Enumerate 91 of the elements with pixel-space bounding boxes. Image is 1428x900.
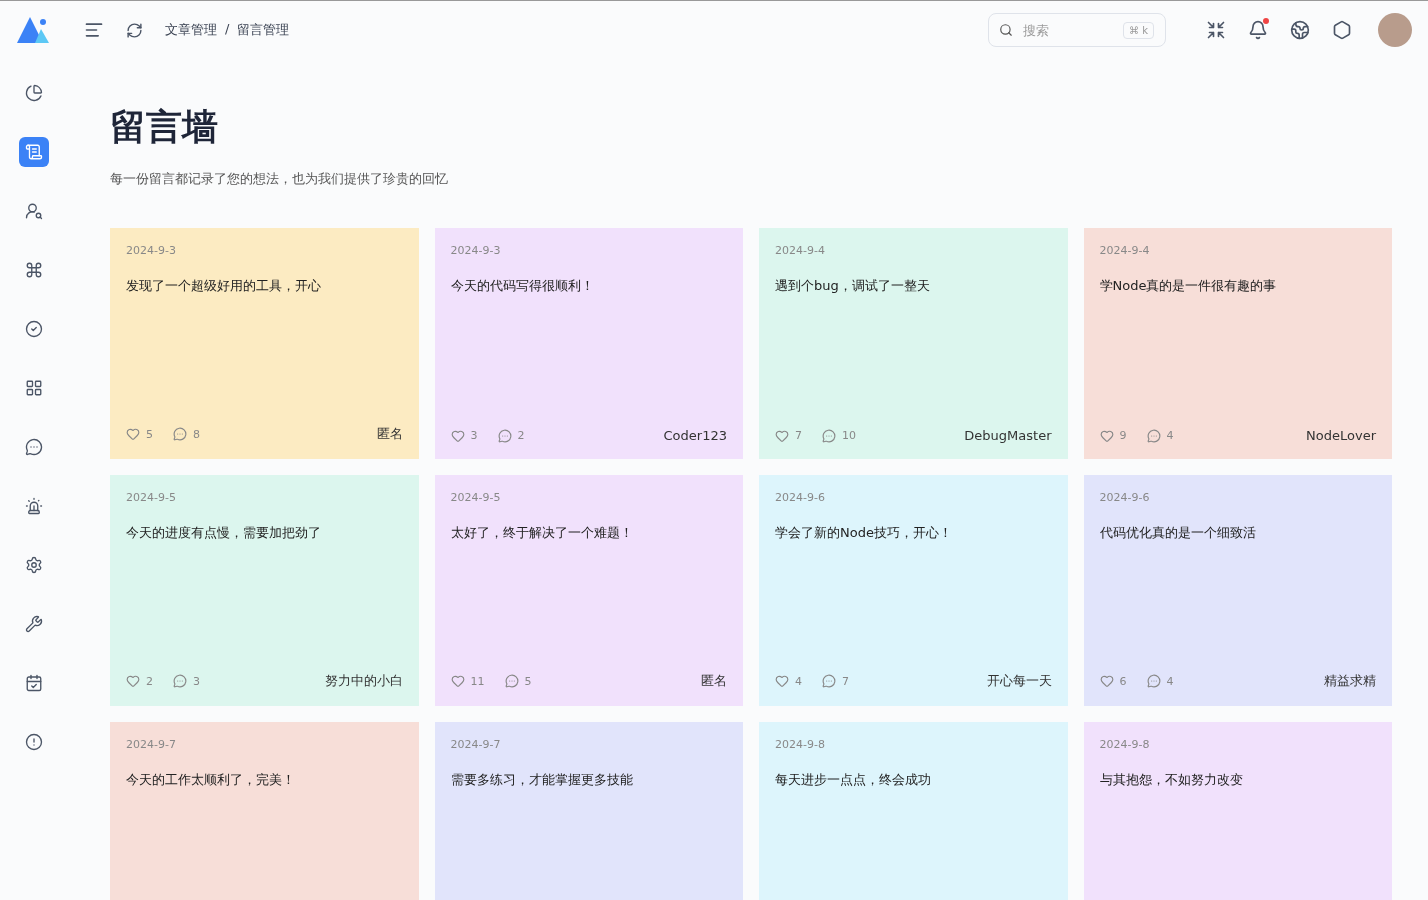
like-count: 4: [795, 674, 802, 688]
users-icon: [25, 202, 43, 220]
note-date: 2024-9-7: [126, 738, 177, 751]
note-author: 努力中的小白: [324, 672, 403, 690]
page-title: 留言墙: [110, 105, 219, 149]
page-subtitle: 每一份留言都记录了您的想法，也为我们提供了珍贵的回忆: [110, 170, 449, 188]
menu-icon[interactable]: [84, 20, 104, 40]
note-text: 今天的进度有点慢，需要加把劲了: [126, 524, 322, 542]
note-date: 2024-9-4: [775, 244, 826, 257]
refresh-icon[interactable]: [126, 21, 143, 39]
calendar-check-icon: [25, 674, 43, 692]
command-icon: [25, 261, 43, 279]
note-date: 2024-9-3: [450, 244, 502, 257]
search-input[interactable]: 搜索: [1021, 21, 1115, 39]
avatar[interactable]: [1378, 13, 1412, 47]
comment-icon[interactable]: [504, 674, 519, 688]
like-count: 6: [1119, 674, 1127, 688]
chat-bubble-icon: [25, 438, 43, 456]
note-author: NodeLover: [1306, 428, 1376, 443]
comment-count: 10: [842, 429, 856, 442]
breadcrumb-link[interactable]: 文章管理: [165, 21, 217, 39]
comment-icon[interactable]: [822, 428, 836, 443]
scroll-icon: [25, 143, 43, 161]
note-date: 2024-9-5: [450, 491, 502, 504]
logo-icon: [17, 15, 51, 43]
note-text: 遇到个bug，调试了一整天: [775, 277, 931, 295]
heart-icon[interactable]: [1099, 428, 1114, 443]
siren-icon: [25, 497, 43, 515]
note-date: 2024-9-4: [1099, 244, 1151, 257]
note-text: 学Node真的是一件很有趣的事: [1099, 277, 1278, 295]
heart-icon[interactable]: [126, 427, 140, 441]
comment-count: 4: [1166, 674, 1174, 688]
note-date: 2024-9-8: [775, 738, 826, 751]
like-count: 5: [146, 427, 153, 441]
breadcrumb-link[interactable]: 留言管理: [237, 21, 290, 39]
note-date: 2024-9-5: [126, 491, 177, 504]
note-author: 匿名: [701, 672, 727, 690]
comment-icon[interactable]: [1146, 428, 1161, 443]
like-count: 11: [470, 674, 485, 688]
like-count: 3: [470, 429, 478, 442]
comment-count: 7: [842, 674, 849, 688]
pie-chart-icon: [25, 84, 43, 102]
alert-circle-icon: [25, 733, 43, 751]
note-author: Coder123: [663, 428, 727, 443]
heart-icon[interactable]: [450, 428, 465, 443]
heart-icon[interactable]: [450, 674, 465, 688]
comment-icon[interactable]: [173, 427, 187, 441]
note-text: 学会了新的Node技巧，开心！: [775, 524, 953, 542]
note-text: 代码优化真的是一个细致活: [1099, 524, 1257, 542]
comment-count: 5: [524, 674, 532, 688]
like-count: 2: [146, 674, 153, 688]
comment-icon[interactable]: [173, 674, 187, 688]
search-icon: [999, 23, 1013, 37]
comment-icon[interactable]: [1146, 674, 1161, 688]
note-author: 精益求精: [1324, 672, 1376, 690]
note-author: 匿名: [376, 425, 403, 443]
grid-icon: [25, 379, 43, 397]
globe-icon[interactable]: [1290, 20, 1310, 40]
note-author: DebugMaster: [964, 428, 1052, 443]
heart-icon[interactable]: [1099, 674, 1114, 688]
note-date: 2024-9-6: [1099, 491, 1151, 504]
sidebar-item[interactable]: [19, 137, 49, 167]
note-text: 今天的工作太顺利了，完美！: [126, 771, 296, 789]
check-circle-icon: [25, 320, 43, 338]
note-date: 2024-9-6: [775, 491, 826, 504]
fullscreen-exit-icon[interactable]: [1206, 20, 1226, 40]
heart-icon[interactable]: [775, 428, 789, 443]
bell-icon[interactable]: [1248, 20, 1268, 40]
note-date: 2024-9-8: [1099, 738, 1151, 751]
note-text: 今天的代码写得很顺利！: [450, 277, 595, 295]
like-count: 7: [795, 429, 802, 442]
comment-count: 3: [193, 674, 200, 688]
note-author: 开心每一天: [986, 672, 1052, 690]
like-count: 9: [1119, 429, 1127, 442]
note-text: 每天进步一点点，终会成功: [775, 771, 932, 789]
heart-icon[interactable]: [775, 674, 789, 688]
heart-icon[interactable]: [126, 674, 140, 688]
wrench-icon: [25, 615, 43, 633]
shortcut-hint: ⌘ k: [1123, 21, 1154, 39]
comment-count: 4: [1166, 429, 1174, 442]
note-text: 与其抱怨，不如努力改变: [1099, 771, 1244, 789]
comment-count: 8: [193, 427, 200, 441]
note-text: 发现了一个超级好用的工具，开心: [126, 277, 322, 295]
note-date: 2024-9-7: [450, 738, 502, 751]
note-text: 太好了，终于解决了一个难题！: [450, 524, 634, 542]
comment-icon[interactable]: [497, 428, 512, 443]
note-text: 需要多练习，才能掌握更多技能: [450, 771, 634, 789]
breadcrumb-separator: /: [225, 21, 230, 38]
note-date: 2024-9-3: [126, 244, 177, 257]
comment-icon[interactable]: [822, 674, 836, 688]
comment-count: 2: [517, 429, 525, 442]
